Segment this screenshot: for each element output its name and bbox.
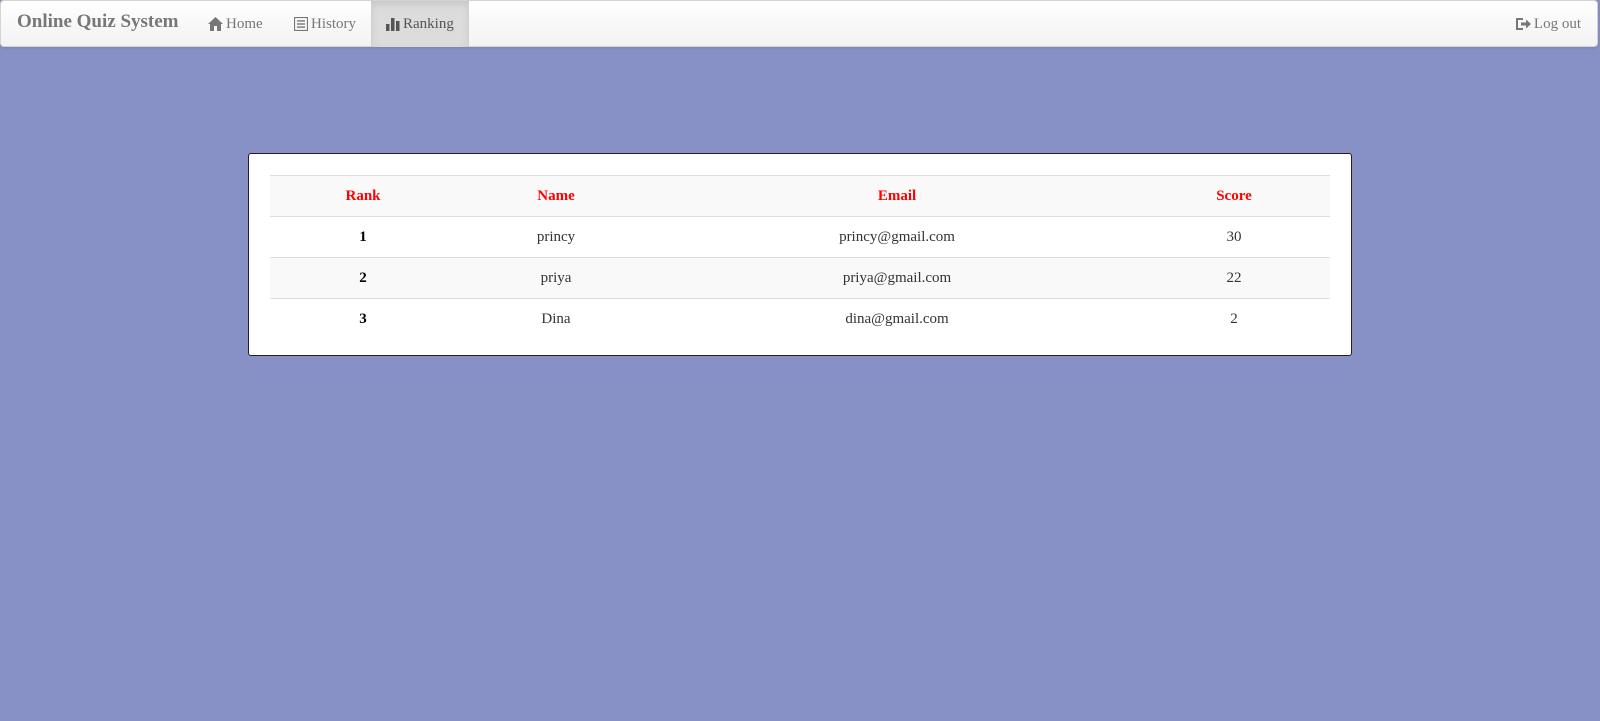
column-header-rank: Rank (270, 175, 456, 217)
name-cell: Dina (456, 298, 656, 339)
name-cell: princy (456, 216, 656, 258)
home-icon (208, 17, 223, 31)
email-cell: priya@gmail.com (656, 257, 1138, 299)
table-row: 3 Dina dina@gmail.com 2 (270, 298, 1330, 339)
list-alt-icon (294, 17, 308, 31)
column-header-score: Score (1138, 175, 1330, 217)
table-row: 1 princy princy@gmail.com 30 (270, 216, 1330, 258)
email-cell: princy@gmail.com (656, 216, 1138, 258)
rank-cell: 2 (270, 257, 456, 299)
nav-ranking-label: Ranking (403, 15, 454, 32)
table-header-row: Rank Name Email Score (270, 175, 1330, 217)
column-header-name: Name (456, 175, 656, 217)
score-cell: 22 (1138, 257, 1330, 299)
nav-history[interactable]: History (279, 1, 371, 47)
log-out-icon (1515, 17, 1531, 31)
app-brand[interactable]: Online Quiz System (17, 11, 179, 33)
nav-home-label: Home (226, 15, 263, 32)
ranking-panel: Rank Name Email Score 1 princy princy@gm… (248, 153, 1352, 356)
name-cell: priya (456, 257, 656, 299)
column-header-email: Email (656, 175, 1138, 217)
nav-home[interactable]: Home (193, 1, 278, 47)
ranking-table: Rank Name Email Score 1 princy princy@gm… (270, 175, 1330, 339)
score-cell: 30 (1138, 216, 1330, 258)
table-row: 2 priya priya@gmail.com 22 (270, 257, 1330, 299)
email-cell: dina@gmail.com (656, 298, 1138, 339)
nav-history-label: History (311, 15, 356, 32)
bar-chart-icon (386, 17, 400, 31)
rank-cell: 1 (270, 216, 456, 258)
nav-ranking[interactable]: Ranking (371, 1, 469, 47)
rank-cell: 3 (270, 298, 456, 339)
nav-logout[interactable]: Log out (1515, 1, 1581, 47)
top-navbar: Online Quiz System Home History Ranking … (0, 0, 1598, 47)
score-cell: 2 (1138, 298, 1330, 339)
nav-logout-label: Log out (1533, 15, 1581, 32)
